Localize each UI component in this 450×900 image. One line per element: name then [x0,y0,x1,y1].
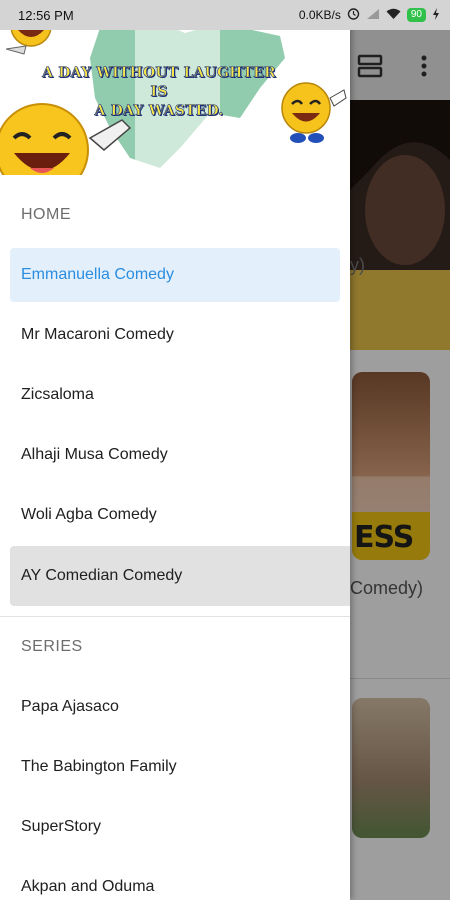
navigation-drawer: A DAY WITHOUT LAUGHTER IS A DAY WASTED. … [0,0,350,900]
menu-item-emmanuella-comedy[interactable]: Emmanuella Comedy [10,248,340,302]
menu-item-zicsaloma[interactable]: Zicsaloma [10,368,340,422]
section-title-series: SERIES [21,638,83,655]
wifi-icon [386,8,401,23]
alarm-icon [347,7,360,23]
status-bar: 12:56 PM 0.0KB/s 90 [0,0,450,30]
menu-item-mr-macaroni-comedy[interactable]: Mr Macaroni Comedy [10,308,340,362]
network-speed: 0.0KB/s [298,8,341,22]
menu-item-alhaji-musa-comedy[interactable]: Alhaji Musa Comedy [10,428,340,482]
charging-icon [432,7,440,23]
status-indicators: 0.0KB/s 90 [299,7,440,23]
menu-item-ay-comedian-comedy[interactable]: AY Comedian Comedy [10,546,350,606]
menu-item-superstory[interactable]: SuperStory [10,800,340,854]
laughing-emoji-icon [281,82,347,143]
battery-level: 90 [406,8,426,22]
section-title-home: HOME [21,206,71,223]
status-time: 12:56 PM [18,8,74,23]
section-divider [0,616,350,617]
menu-item-the-babington-family[interactable]: The Babington Family [10,740,340,794]
signal-icon [366,8,380,23]
banner-line: A DAY WITHOUT LAUGHTER IS [42,65,276,101]
laughing-emoji-icon [0,103,132,175]
menu-item-papa-ajasaco[interactable]: Papa Ajasaco [10,680,340,734]
menu-item-akpan-and-oduma[interactable]: Akpan and Oduma [10,860,340,900]
menu-item-woli-agba-comedy[interactable]: Woli Agba Comedy [10,488,340,542]
